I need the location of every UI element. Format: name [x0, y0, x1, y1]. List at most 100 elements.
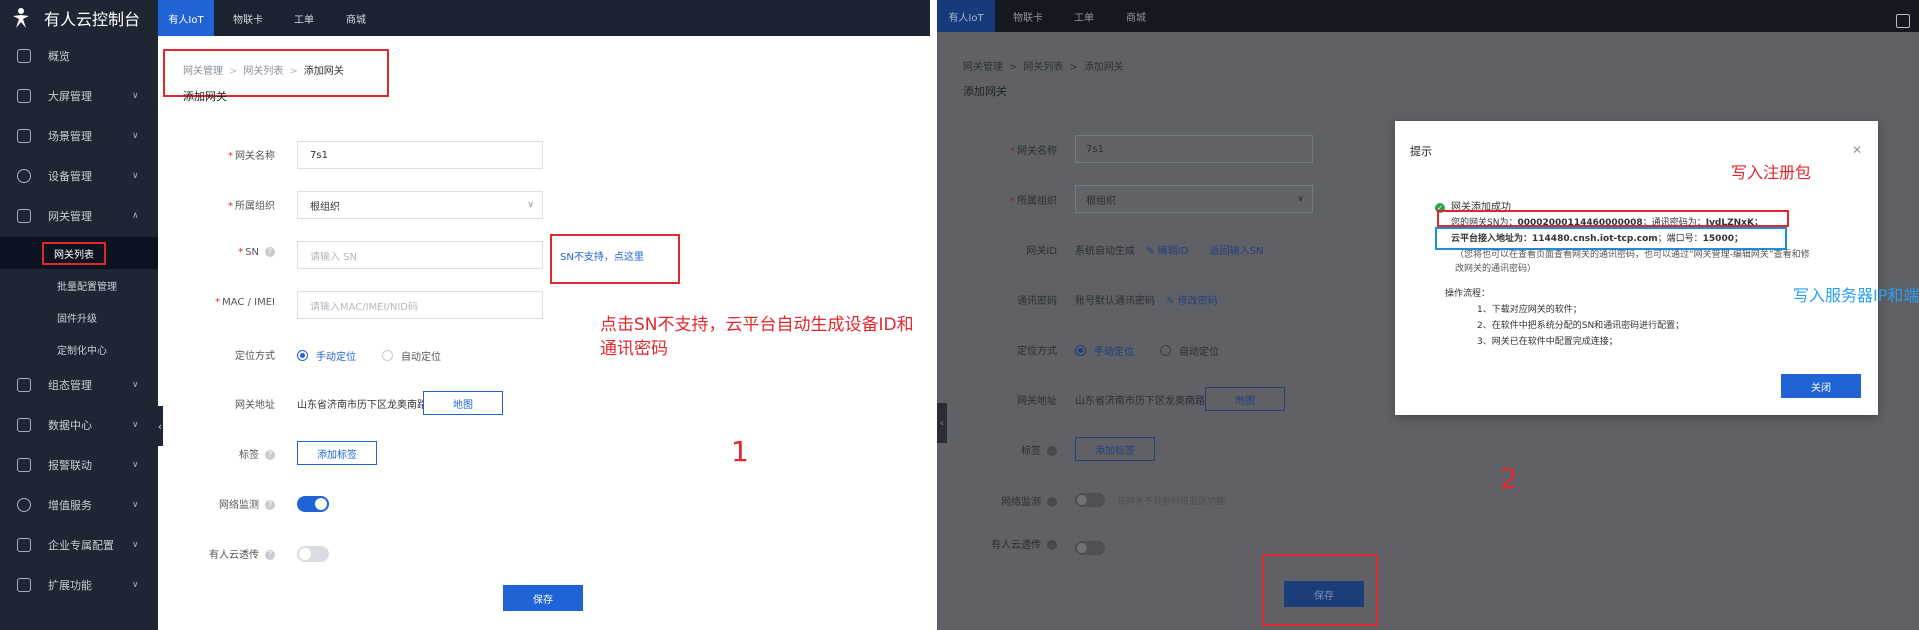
top-nav: 有人IoT 物联卡 工单 商城 — [158, 0, 930, 36]
radio-auto[interactable]: 自动定位 — [382, 348, 441, 363]
locate-radio-group: 手动定位 自动定位 — [297, 346, 467, 365]
breadcrumb-current: 添加网关 — [1083, 62, 1124, 73]
sidebar-collapse-button[interactable]: ‹ — [937, 403, 947, 443]
sidebar-item-device[interactable]: 设备管理 ∨ — [0, 156, 158, 196]
help-icon: ? — [265, 550, 275, 560]
radio-manual[interactable]: 手动定位 — [297, 348, 356, 363]
annotation-register: 写入注册包 — [1731, 163, 1812, 182]
sidebar-item-scene[interactable]: 场景管理 ∨ — [0, 116, 158, 156]
tab-sim[interactable]: 物联卡 — [220, 0, 276, 36]
chevron-down-icon: ∨ — [1297, 194, 1304, 204]
org-label: * 所属组织 — [1010, 196, 1057, 207]
tab-iot[interactable]: 有人IoT — [158, 0, 214, 36]
sidebar-item-data[interactable]: 数据中心 ∨ — [0, 405, 158, 445]
pie-icon — [17, 169, 31, 183]
help-icon — [1047, 540, 1057, 550]
highlight-box-save — [1262, 554, 1378, 626]
sn-input[interactable]: 请输入 SN — [297, 241, 543, 269]
sidebar-item-overview[interactable]: 概览 — [0, 36, 158, 76]
sidebar-sub-custom[interactable]: 定制化中心 — [0, 333, 158, 365]
password-row: 账号默认通讯密码 ✎ 修改密码 — [1075, 292, 1218, 307]
tab-ticket[interactable]: 工单 — [276, 0, 332, 36]
chevron-down-icon: ∨ — [527, 200, 534, 210]
desktop-icon — [17, 538, 31, 552]
address-value: 山东省济南市历下区龙奥南路 — [297, 400, 427, 411]
logo[interactable]: 有人云控制台 — [0, 0, 158, 36]
monitor-toggle[interactable] — [297, 496, 329, 512]
passthrough-toggle[interactable] — [297, 546, 329, 562]
close-button[interactable]: 关闭 — [1781, 374, 1861, 398]
passthrough-label: 有人云透传? — [183, 546, 275, 561]
monitor-hint: 该网关不具有网络监测功能 — [1117, 497, 1226, 507]
right-screenshot: 有人IoT 物联卡 工单 商城 ‹ 网关管理 > 网关列表 > 添加网关 添加网关 * 网… — [937, 0, 1919, 630]
chevron-down-icon: ∨ — [132, 460, 139, 470]
sidebar-item-alarm[interactable]: 报警联动 ∨ — [0, 445, 158, 485]
chevron-down-icon: ∨ — [132, 91, 139, 101]
locate-label: 定位方式 — [1017, 346, 1057, 357]
sidebar-item-screen[interactable]: 大屏管理 ∨ — [0, 76, 158, 116]
sidebar-item-extension[interactable]: 扩展功能 ∨ — [0, 565, 158, 605]
org-select[interactable]: 根组织 ∨ — [297, 191, 543, 219]
logo-text: 有人云控制台 — [44, 10, 141, 29]
mac-input[interactable]: 请输入MAC/IMEI/NID码 — [297, 291, 543, 319]
org-label: * 所属组织 — [228, 201, 275, 212]
map-button[interactable]: 地图 — [423, 391, 503, 415]
tab-iot[interactable]: 有人IoT — [937, 0, 995, 32]
back-to-sn-link[interactable]: 返回输入SN — [1210, 246, 1264, 257]
tab-mall[interactable]: 商城 — [328, 0, 384, 36]
sidebar-item-gateway[interactable]: 网关管理 ∧ — [0, 196, 158, 236]
chevron-down-icon: ∨ — [132, 131, 139, 141]
help-icon — [1047, 497, 1057, 507]
chevron-up-icon: ∧ — [132, 211, 139, 221]
monitor-toggle[interactable] — [1075, 493, 1105, 507]
help-icon: ? — [265, 247, 275, 257]
overview-icon — [17, 49, 31, 63]
save-button[interactable]: 保存 — [503, 585, 583, 611]
close-icon[interactable]: ✕ — [1852, 143, 1862, 157]
address-label: 网关地址 — [235, 400, 275, 411]
edit-id-link[interactable]: ✎ 编辑ID — [1146, 246, 1188, 257]
edit-password-link[interactable]: ✎ 修改密码 — [1166, 296, 1218, 307]
gateway-name-input[interactable]: 7s1 — [1075, 135, 1313, 163]
image-icon — [17, 378, 31, 392]
help-icon — [1047, 446, 1057, 456]
sidebar-sub-gateway-list[interactable]: 网关列表 — [0, 237, 158, 269]
highlight-box-sn-info — [1437, 210, 1789, 227]
sidebar-sub-firmware[interactable]: 固件升级 — [0, 301, 158, 333]
radio-auto[interactable]: 自动定位 — [1160, 343, 1219, 358]
main-content: 网关管理 > 网关列表 > 添加网关 添加网关 * 网关名称 7s1 * 所属组织 根组织 ∨… — [163, 43, 930, 630]
success-dialog: 提示 ✕ ✓ 网关添加成功 您的网关SN为：0000200011446000000… — [1395, 121, 1878, 415]
sidebar-item-enterprise[interactable]: 企业专属配置 ∨ — [0, 525, 158, 565]
tab-mall[interactable]: 商城 — [1107, 0, 1165, 32]
tag-label: 标签 — [987, 442, 1057, 457]
step-item: 3、网关已在软件中配置完成连接； — [1477, 337, 1618, 347]
passthrough-toggle[interactable] — [1075, 541, 1105, 555]
sidebar-item-value-added[interactable]: 增值服务 ∨ — [0, 485, 158, 525]
layers-icon — [17, 578, 31, 592]
annotation-text-1: 点击SN不支持，云平台自动生成设备ID和通讯密码 — [600, 315, 914, 359]
chevron-down-icon: ∨ — [132, 171, 139, 181]
left-screenshot: 有人云控制台 概览 大屏管理 ∨ 场景管理 ∨ 设备管理 ∨ 网关管理 ∧ 网关列表 批… — [0, 0, 930, 630]
note-line-1: （您将也可以在查看页面查看网关的通讯密码，也可以通过“网关管理-编辑网关”查看和… — [1455, 250, 1810, 260]
breadcrumb-item[interactable]: 网关管理 — [963, 62, 1003, 73]
fullscreen-icon[interactable] — [1896, 14, 1910, 28]
page-title: 添加网关 — [963, 85, 1007, 98]
add-tag-button[interactable]: 添加标签 — [1075, 437, 1155, 461]
breadcrumb-item[interactable]: 网关列表 — [1023, 62, 1063, 73]
sidebar-item-config[interactable]: 组态管理 ∨ — [0, 365, 158, 405]
gateway-name-input[interactable]: 7s1 — [297, 141, 543, 169]
org-select[interactable]: 根组织 ∨ — [1075, 185, 1313, 213]
sidebar-sub-batch-config[interactable]: 批量配置管理 — [0, 269, 158, 301]
id-label: 网关ID — [1026, 246, 1057, 257]
monitor-icon — [17, 89, 31, 103]
passthrough-label: 有人云透传 — [967, 536, 1057, 551]
gateway-id-value: 系统自动生成 — [1075, 246, 1135, 257]
tab-ticket[interactable]: 工单 — [1055, 0, 1113, 32]
pwd-label: 通讯密码 — [1017, 296, 1057, 307]
add-tag-button[interactable]: 添加标签 — [297, 441, 377, 465]
radio-manual[interactable]: 手动定位 — [1075, 343, 1134, 358]
chevron-down-icon: ∨ — [132, 420, 139, 430]
page-title: 添加网关 — [183, 90, 227, 103]
tab-sim[interactable]: 物联卡 — [999, 0, 1057, 32]
map-button[interactable]: 地图 — [1205, 387, 1285, 411]
